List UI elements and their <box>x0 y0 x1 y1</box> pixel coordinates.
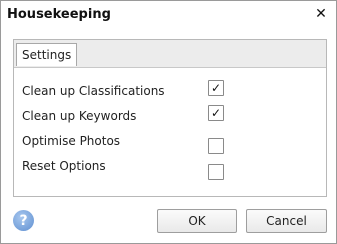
checkbox-optimise-photos[interactable] <box>208 138 224 154</box>
checkbox-clean-up-classifications[interactable]: ✓ <box>208 80 224 96</box>
help-icon[interactable]: ? <box>13 210 34 231</box>
option-label-optimise-photos: Optimise Photos <box>22 134 121 148</box>
option-label-clean-up-keywords: Clean up Keywords <box>22 109 137 123</box>
settings-panel: Settings Clean up Classifications ✓ Clea… <box>13 39 327 197</box>
tab-strip: Settings <box>14 40 326 68</box>
close-icon[interactable]: ✕ <box>312 5 330 23</box>
option-label-clean-up-classifications: Clean up Classifications <box>22 84 165 98</box>
title-bar: Housekeeping ✕ <box>1 1 336 29</box>
checkbox-reset-options[interactable] <box>208 164 224 180</box>
housekeeping-dialog: Housekeeping ✕ Settings Clean up Classif… <box>0 0 337 244</box>
option-label-reset-options: Reset Options <box>22 159 106 173</box>
tab-settings[interactable]: Settings <box>16 43 78 66</box>
dialog-title: Housekeeping <box>7 7 111 22</box>
ok-button[interactable]: OK <box>157 209 237 233</box>
cancel-button[interactable]: Cancel <box>246 209 327 233</box>
checkbox-clean-up-keywords[interactable]: ✓ <box>208 105 224 121</box>
